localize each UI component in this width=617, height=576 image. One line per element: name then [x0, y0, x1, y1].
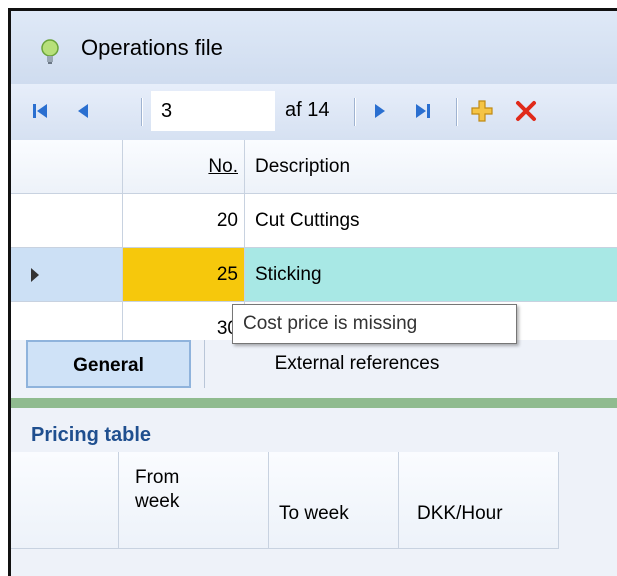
lightbulb-icon — [41, 39, 59, 64]
operation-no-cell[interactable]: 20 — [123, 194, 245, 248]
next-record-icon — [375, 104, 385, 118]
first-record-button[interactable] — [25, 96, 55, 126]
pricing-table-title: Pricing table — [31, 424, 152, 446]
delete-icon — [516, 101, 536, 121]
table-row[interactable]: 20 Cut Cuttings — [11, 194, 617, 248]
record-navigator: af 14 — [11, 84, 617, 140]
tab-accent-bar — [11, 398, 617, 408]
row-selector[interactable] — [11, 194, 123, 248]
row-selector[interactable] — [11, 248, 123, 302]
toolbar-separator — [141, 98, 142, 126]
validation-tooltip: Cost price is missing — [232, 304, 517, 344]
add-record-button[interactable] — [467, 96, 497, 126]
pricing-header-filler — [559, 452, 601, 549]
column-header-to-week[interactable]: To week — [269, 452, 399, 549]
last-record-button[interactable] — [408, 96, 438, 126]
next-record-button[interactable] — [365, 96, 395, 126]
toolbar-separator — [354, 98, 355, 126]
tab-external-references[interactable]: External references — [204, 340, 509, 388]
record-position-input[interactable] — [151, 91, 275, 131]
column-header-description[interactable]: Description — [245, 140, 617, 194]
toolbar-separator — [456, 98, 457, 126]
add-icon — [471, 100, 493, 122]
window-title: Operations file — [81, 35, 223, 60]
column-header-dkk-hour[interactable]: DKK/Hour — [399, 452, 559, 549]
operation-no-cell[interactable]: 25 — [123, 248, 245, 302]
column-header-no[interactable]: No. — [123, 140, 245, 194]
operation-description-cell[interactable]: Sticking — [245, 248, 617, 302]
record-count-label: af 14 — [285, 99, 330, 121]
operation-description-cell[interactable]: Cut Cuttings — [245, 194, 617, 248]
previous-record-icon — [78, 104, 88, 118]
delete-record-button[interactable] — [511, 96, 541, 126]
grid-header-row: No. Description — [11, 140, 617, 194]
current-row-arrow-icon — [31, 268, 39, 282]
row-selector-header — [11, 140, 123, 194]
title-bar: Operations file — [11, 11, 617, 84]
operations-window: Operations file af 14 — [8, 8, 617, 576]
detail-tabs: General External references — [11, 340, 617, 398]
first-record-icon — [33, 104, 47, 118]
row-selector-header — [11, 452, 119, 549]
table-row-selected[interactable]: 25 Sticking — [11, 248, 617, 302]
previous-record-button[interactable] — [68, 96, 98, 126]
pricing-table: From week To week DKK/Hour — [11, 452, 601, 549]
column-header-from-week[interactable]: From week — [119, 452, 269, 549]
tab-general[interactable]: General — [26, 340, 191, 388]
last-record-icon — [416, 104, 430, 118]
